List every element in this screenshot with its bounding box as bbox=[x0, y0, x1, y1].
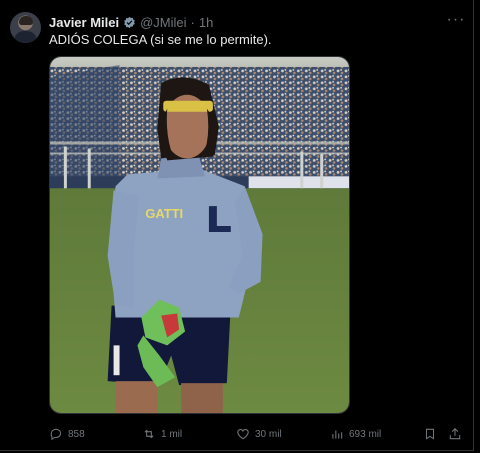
reply-button[interactable]: 858 bbox=[49, 424, 85, 444]
goalkeeper-photo: GATTI bbox=[50, 57, 349, 413]
like-button[interactable]: 30 mil bbox=[236, 424, 282, 444]
repost-icon bbox=[144, 429, 154, 439]
author-handle[interactable]: @JMilei bbox=[140, 15, 186, 30]
repost-button[interactable]: 1 mil bbox=[142, 424, 182, 444]
share-icon bbox=[449, 428, 461, 440]
repost-count: 1 mil bbox=[161, 428, 183, 440]
avatar[interactable] bbox=[10, 12, 41, 43]
post-time[interactable]: 1h bbox=[199, 15, 213, 30]
views-icon bbox=[332, 430, 343, 439]
views-count: 693 mil bbox=[349, 428, 382, 440]
like-icon bbox=[237, 429, 249, 440]
bookmark-button[interactable] bbox=[423, 424, 437, 444]
avatar-suit bbox=[14, 31, 37, 43]
jersey-text: GATTI bbox=[145, 206, 183, 221]
post-image[interactable]: GATTI bbox=[49, 56, 350, 414]
reply-count: 858 bbox=[68, 428, 85, 440]
like-count: 30 mil bbox=[255, 428, 282, 440]
post-text: ADIÓS COLEGA (si se me lo permite). bbox=[49, 32, 272, 47]
separator-dot: · bbox=[190, 14, 195, 30]
bookmark-icon bbox=[425, 428, 435, 440]
action-bar: 858 1 mil 30 mil 693 mil bbox=[49, 424, 469, 444]
avatar-hair bbox=[19, 16, 33, 25]
author-name[interactable]: Javier Milei bbox=[49, 15, 119, 30]
share-button[interactable] bbox=[448, 424, 462, 444]
verified-badge-icon bbox=[124, 16, 135, 28]
post-header: Javier Milei @JMilei · 1h bbox=[49, 13, 213, 31]
reply-icon bbox=[50, 428, 62, 441]
views-button[interactable]: 693 mil bbox=[330, 424, 381, 444]
more-icon[interactable]: ··· bbox=[446, 12, 466, 28]
